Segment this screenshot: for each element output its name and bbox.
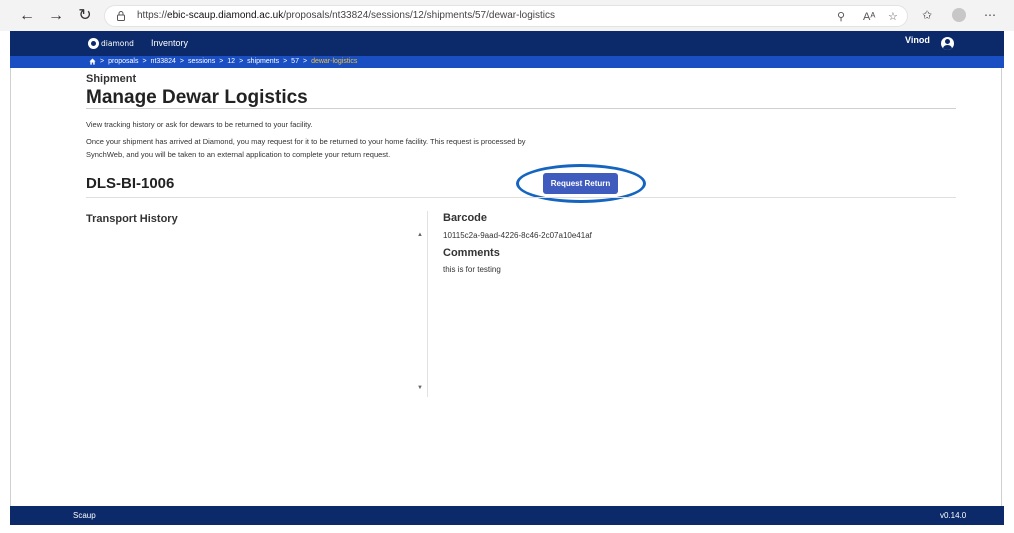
- forward-arrow-icon[interactable]: →: [45, 5, 67, 27]
- breadcrumb-separator: >: [239, 58, 244, 65]
- footer-version: v0.14.0: [940, 511, 967, 520]
- app-header: diamond Inventory Vinod: [10, 31, 1004, 56]
- breadcrumb-item[interactable]: nt33824: [151, 58, 176, 65]
- breadcrumb-item[interactable]: 12: [227, 58, 235, 65]
- breadcrumb-item[interactable]: proposals: [108, 58, 138, 65]
- breadcrumb: > proposals > nt33824 > sessions > 12 > …: [89, 58, 357, 65]
- breadcrumb-current: dewar-logistics: [311, 58, 358, 65]
- transport-history-scrollbar[interactable]: ▲ ▼: [414, 211, 428, 397]
- breadcrumb-separator: >: [283, 58, 288, 65]
- zoom-icon[interactable]: ⚲: [837, 10, 845, 24]
- app-footer: Scaup v0.14.0: [10, 506, 1004, 525]
- barcode-label: Barcode: [443, 212, 488, 224]
- breadcrumb-separator: >: [100, 58, 105, 65]
- more-icon[interactable]: ⋯: [984, 6, 996, 24]
- page-kicker: Shipment: [86, 73, 137, 85]
- intro-text: Once your shipment has arrived at Diamon…: [86, 137, 526, 146]
- dewar-code: DLS-BI-1006: [86, 175, 175, 192]
- scroll-down-icon[interactable]: ▼: [417, 385, 423, 391]
- breadcrumb-item[interactable]: shipments: [247, 58, 279, 65]
- footer-app-name: Scaup: [73, 511, 96, 520]
- favorite-star-icon[interactable]: ☆: [888, 10, 898, 24]
- profile-icon[interactable]: [952, 8, 966, 22]
- refresh-icon[interactable]: ↻: [74, 5, 96, 27]
- comments-value: this is for testing: [443, 265, 501, 274]
- breadcrumb-separator: >: [179, 58, 184, 65]
- nav-inventory[interactable]: Inventory: [151, 38, 188, 48]
- user-avatar-icon[interactable]: [941, 37, 954, 50]
- barcode-value: 10115c2a-9aad-4226-8c46-2c07a10e41af: [443, 231, 592, 240]
- transport-history-title: Transport History: [86, 213, 178, 225]
- scroll-up-icon[interactable]: ▲: [417, 232, 423, 238]
- breadcrumb-bar: > proposals > nt33824 > sessions > 12 > …: [10, 56, 1004, 68]
- read-aloud-icon[interactable]: Aᴬ: [863, 10, 875, 24]
- diamond-logo[interactable]: diamond: [88, 37, 134, 50]
- user-name[interactable]: Vinod: [905, 35, 930, 45]
- url-text: https://ebic-scaup.diamond.ac.uk/proposa…: [137, 10, 556, 21]
- address-bar[interactable]: https://ebic-scaup.diamond.ac.uk/proposa…: [104, 5, 908, 27]
- collections-icon[interactable]: ✩: [922, 6, 932, 24]
- browser-toolbar: ← → ↻ https://ebic-scaup.diamond.ac.uk/p…: [0, 0, 1014, 31]
- logo-text: diamond: [101, 39, 134, 48]
- breadcrumb-item[interactable]: 57: [291, 58, 299, 65]
- breadcrumb-separator: >: [142, 58, 147, 65]
- section-divider: [86, 197, 956, 198]
- lock-icon[interactable]: [115, 10, 127, 22]
- diamond-logo-icon: [88, 38, 99, 49]
- home-icon[interactable]: [89, 58, 96, 65]
- breadcrumb-item[interactable]: sessions: [188, 58, 215, 65]
- breadcrumb-separator: >: [219, 58, 224, 65]
- comments-label: Comments: [443, 247, 500, 259]
- title-divider: [86, 108, 956, 109]
- intro-text: View tracking history or ask for dewars …: [86, 120, 313, 129]
- breadcrumb-separator: >: [302, 58, 308, 65]
- intro-text: SynchWeb, and you will be taken to an ex…: [86, 150, 391, 159]
- page-title: Manage Dewar Logistics: [86, 87, 308, 108]
- back-arrow-icon[interactable]: ←: [16, 5, 38, 27]
